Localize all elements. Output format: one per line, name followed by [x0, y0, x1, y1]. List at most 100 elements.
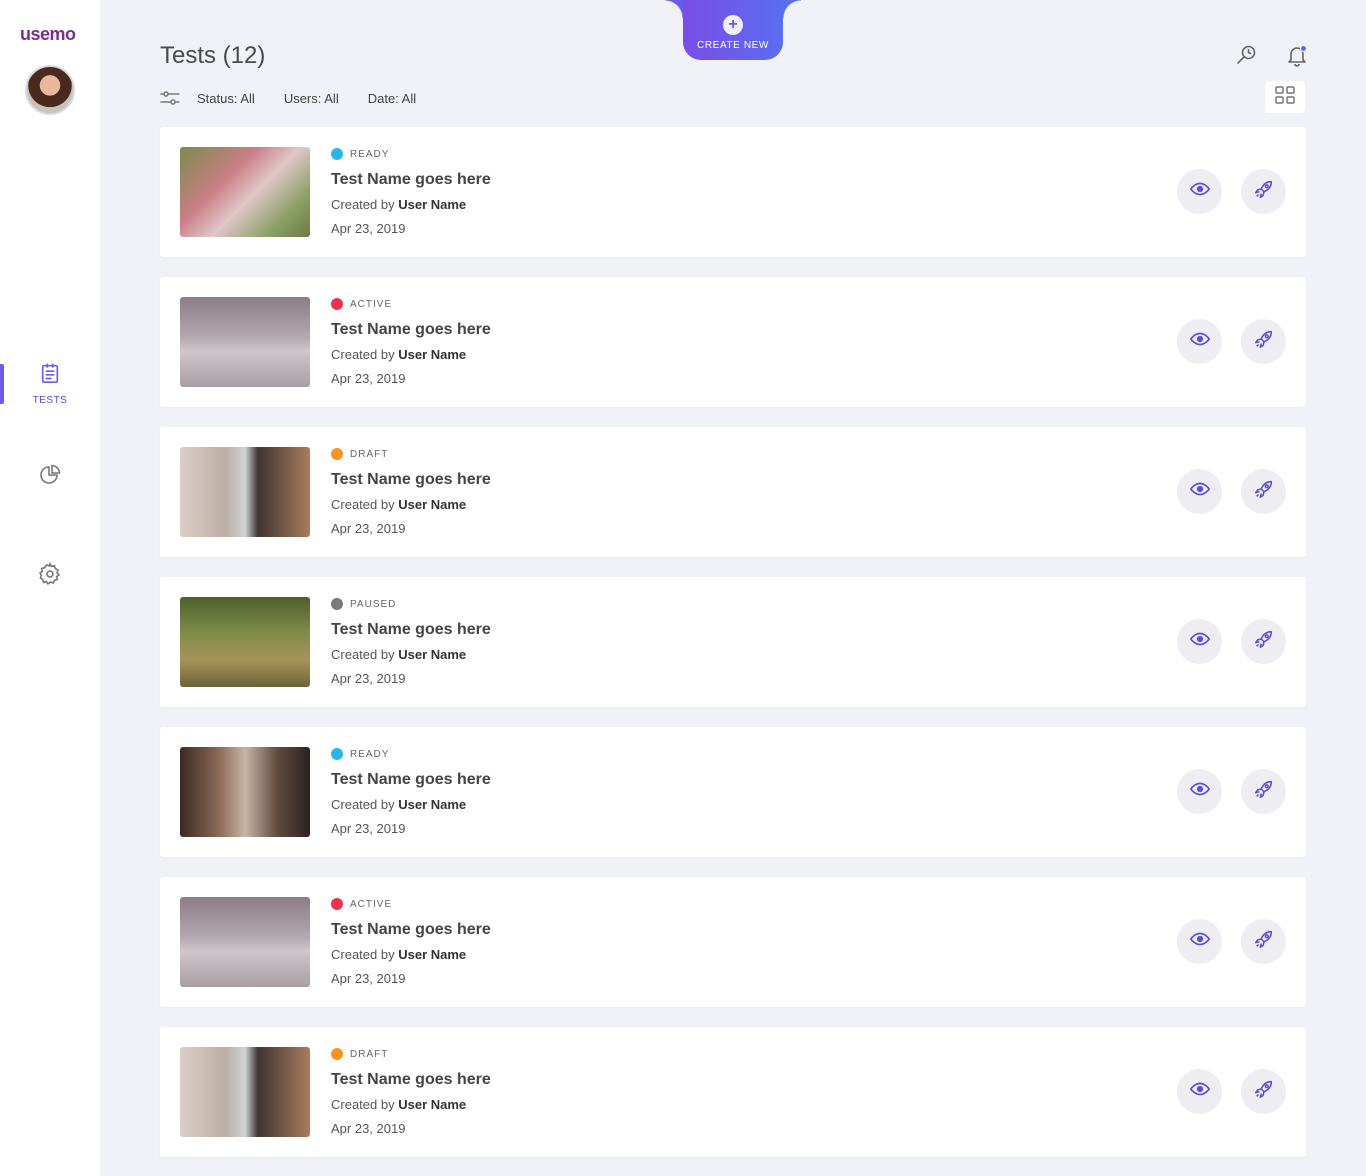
page-title: Tests (12): [160, 42, 266, 69]
test-thumbnail[interactable]: [180, 1047, 310, 1137]
created-by-prefix: Created by: [331, 347, 395, 362]
status-filter[interactable]: Status: All: [197, 91, 255, 106]
test-card[interactable]: ACTIVE Test Name goes here Created by Us…: [160, 277, 1306, 407]
notifications-button[interactable]: [1285, 43, 1309, 67]
eye-icon: [1189, 928, 1211, 955]
eye-icon: [1189, 628, 1211, 655]
status-badge: READY: [331, 748, 389, 760]
sidebar-item-settings[interactable]: [0, 562, 100, 591]
creator-name: User Name: [398, 497, 467, 512]
launch-button[interactable]: [1241, 469, 1286, 514]
users-filter[interactable]: Users: All: [284, 91, 339, 106]
created-by: Created by User Name: [331, 947, 466, 962]
test-thumbnail[interactable]: [180, 897, 310, 987]
eye-icon: [1189, 328, 1211, 355]
preview-button[interactable]: [1177, 319, 1222, 364]
creator-name: User Name: [398, 197, 467, 212]
avatar[interactable]: [25, 65, 75, 115]
grid-icon: [1275, 85, 1295, 109]
status-dot: [331, 148, 343, 160]
launch-button[interactable]: [1241, 1069, 1286, 1114]
filter-bar: Status: All Users: All Date: All: [160, 88, 445, 108]
launch-button[interactable]: [1241, 919, 1286, 964]
preview-button[interactable]: [1177, 619, 1222, 664]
test-card[interactable]: PAUSED Test Name goes here Created by Us…: [160, 577, 1306, 707]
created-by: Created by User Name: [331, 797, 466, 812]
status-label: READY: [350, 148, 390, 160]
preview-button[interactable]: [1177, 1069, 1222, 1114]
launch-button[interactable]: [1241, 619, 1286, 664]
created-by: Created by User Name: [331, 347, 466, 362]
test-date: Apr 23, 2019: [331, 371, 406, 386]
sidebar-item-reports[interactable]: [0, 463, 100, 492]
rocket-icon: [1253, 628, 1275, 655]
test-name[interactable]: Test Name goes here: [331, 1071, 491, 1089]
creator-name: User Name: [398, 947, 467, 962]
creator-name: User Name: [398, 347, 467, 362]
test-name[interactable]: Test Name goes here: [331, 171, 491, 189]
test-date: Apr 23, 2019: [331, 971, 406, 986]
status-badge: DRAFT: [331, 1048, 388, 1060]
test-name[interactable]: Test Name goes here: [331, 471, 491, 489]
status-label: PAUSED: [350, 598, 397, 610]
eye-icon: [1189, 1078, 1211, 1105]
status-badge: PAUSED: [331, 598, 396, 610]
created-by: Created by User Name: [331, 197, 466, 212]
created-by-prefix: Created by: [331, 947, 395, 962]
test-name[interactable]: Test Name goes here: [331, 321, 491, 339]
test-name[interactable]: Test Name goes here: [331, 921, 491, 939]
sliders-icon[interactable]: [160, 90, 180, 106]
sidebar-item-tests[interactable]: TESTS: [0, 362, 100, 406]
launch-button[interactable]: [1241, 169, 1286, 214]
sidebar-item-label: TESTS: [32, 395, 68, 406]
test-date: Apr 23, 2019: [331, 521, 406, 536]
test-date: Apr 23, 2019: [331, 821, 406, 836]
status-dot: [331, 298, 343, 310]
test-thumbnail[interactable]: [180, 447, 310, 537]
created-by-prefix: Created by: [331, 497, 395, 512]
search-icon: [1234, 45, 1258, 71]
rocket-icon: [1253, 178, 1275, 205]
bell-icon: [1285, 47, 1309, 71]
app-logo: usemo: [20, 24, 76, 44]
grid-view-toggle[interactable]: [1265, 81, 1305, 113]
test-card[interactable]: READY Test Name goes here Created by Use…: [160, 727, 1306, 857]
test-card[interactable]: DRAFT Test Name goes here Created by Use…: [160, 1027, 1306, 1157]
status-label: DRAFT: [350, 1048, 389, 1060]
rocket-icon: [1253, 478, 1275, 505]
test-name[interactable]: Test Name goes here: [331, 771, 491, 789]
test-thumbnail[interactable]: [180, 147, 310, 237]
created-by-prefix: Created by: [331, 797, 395, 812]
status-badge: DRAFT: [331, 448, 388, 460]
create-new-button[interactable]: + CREATE NEW: [665, 0, 801, 60]
created-by-prefix: Created by: [331, 197, 395, 212]
test-card[interactable]: READY Test Name goes here Created by Use…: [160, 127, 1306, 257]
test-card[interactable]: ACTIVE Test Name goes here Created by Us…: [160, 877, 1306, 1007]
plus-icon: +: [723, 15, 743, 35]
test-card[interactable]: DRAFT Test Name goes here Created by Use…: [160, 427, 1306, 557]
status-label: ACTIVE: [350, 898, 393, 910]
created-by-prefix: Created by: [331, 647, 395, 662]
pie-chart-icon: [38, 463, 62, 492]
sidebar: usemo TESTS: [0, 0, 100, 1176]
created-by-prefix: Created by: [331, 1097, 395, 1112]
notification-badge: [1300, 45, 1307, 52]
test-thumbnail[interactable]: [180, 747, 310, 837]
launch-button[interactable]: [1241, 319, 1286, 364]
date-filter[interactable]: Date: All: [368, 91, 416, 106]
status-badge: READY: [331, 148, 389, 160]
test-thumbnail[interactable]: [180, 597, 310, 687]
test-name[interactable]: Test Name goes here: [331, 621, 491, 639]
preview-button[interactable]: [1177, 769, 1222, 814]
preview-button[interactable]: [1177, 919, 1222, 964]
search-button[interactable]: [1234, 43, 1258, 67]
status-badge: ACTIVE: [331, 298, 392, 310]
create-new-label: CREATE NEW: [697, 40, 769, 51]
status-dot: [331, 748, 343, 760]
test-thumbnail[interactable]: [180, 297, 310, 387]
preview-button[interactable]: [1177, 169, 1222, 214]
clipboard-icon: [39, 362, 61, 389]
launch-button[interactable]: [1241, 769, 1286, 814]
preview-button[interactable]: [1177, 469, 1222, 514]
creator-name: User Name: [398, 797, 467, 812]
